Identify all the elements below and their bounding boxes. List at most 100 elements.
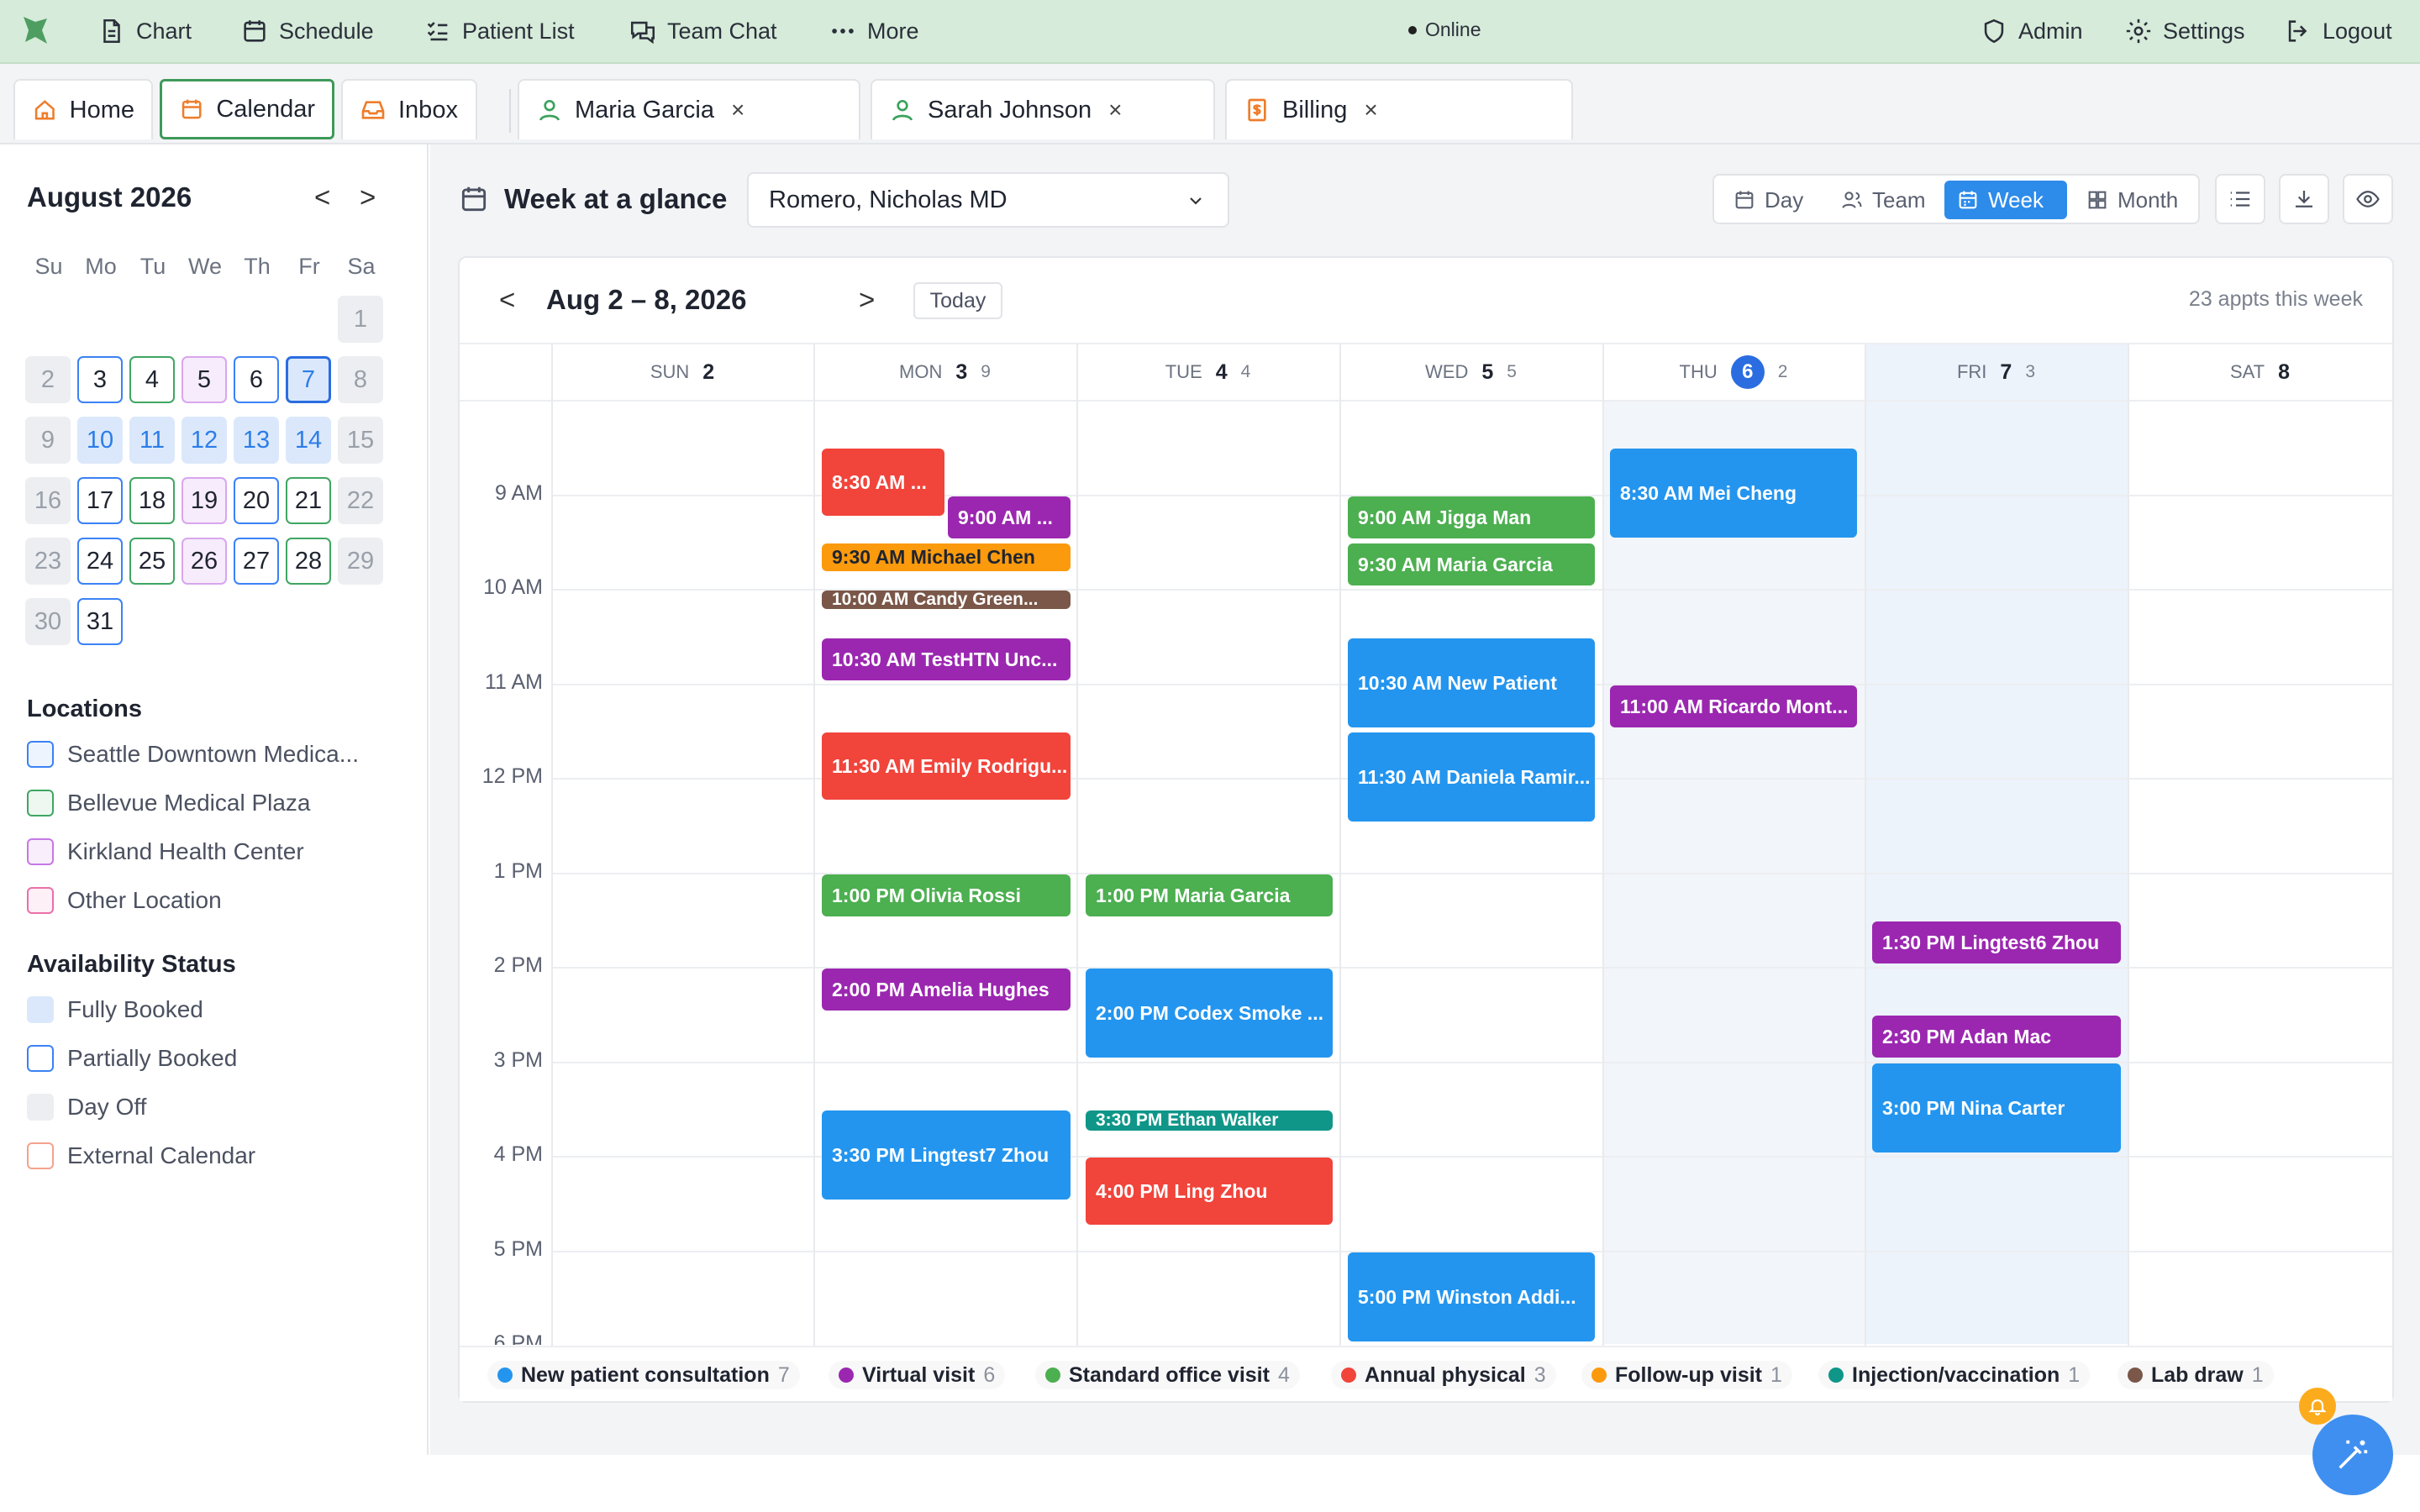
mini-calendar-day[interactable]: 12 — [182, 417, 227, 464]
appointment[interactable]: 9:00 AM Jigga Man — [1348, 496, 1595, 538]
mini-calendar-day[interactable]: 10 — [77, 417, 123, 464]
mini-calendar-day[interactable]: 2 — [25, 356, 71, 403]
appointment[interactable]: 11:30 AM Daniela Ramir... — [1348, 732, 1595, 822]
appointment[interactable]: 2:00 PM Amelia Hughes — [822, 969, 1071, 1011]
mini-calendar-day[interactable]: 5 — [182, 356, 227, 403]
mini-calendar-day-selected[interactable]: 7 — [286, 356, 331, 403]
day-header-fri[interactable]: FRI 7 3 — [1865, 344, 2128, 400]
legend-item[interactable]: Lab draw 1 — [2118, 1361, 2274, 1389]
day-header-wed[interactable]: WED 5 5 — [1339, 344, 1602, 400]
mini-calendar-day[interactable]: 28 — [286, 538, 331, 585]
appointment[interactable]: 1:30 PM Lingtest6 Zhou — [1872, 921, 2121, 963]
appointment[interactable]: 1:00 PM Olivia Rossi — [822, 874, 1071, 916]
day-header-sat[interactable]: SAT 8 — [2128, 344, 2392, 400]
appointment[interactable]: 3:30 PM Ethan Walker — [1086, 1110, 1333, 1131]
checkbox-icon[interactable] — [27, 838, 54, 865]
location-filter[interactable]: Seattle Downtown Medica... — [27, 741, 359, 768]
mini-calendar-next-button[interactable]: > — [360, 181, 376, 213]
mini-calendar-day[interactable]: 21 — [286, 477, 331, 524]
mini-calendar-day[interactable]: 26 — [182, 538, 227, 585]
tab-patient-maria-garcia[interactable]: Maria Garcia × — [518, 79, 860, 139]
mini-calendar-day[interactable]: 18 — [129, 477, 175, 524]
mini-calendar-day[interactable]: 27 — [234, 538, 279, 585]
checkbox-icon[interactable] — [27, 887, 54, 914]
appointment[interactable]: 9:30 AM Michael Chen — [822, 543, 1071, 571]
legend-item[interactable]: Annual physical 3 — [1331, 1361, 1556, 1389]
legend-item[interactable]: Follow-up visit 1 — [1581, 1361, 1792, 1389]
tab-billing[interactable]: Billing × — [1225, 79, 1573, 139]
mini-calendar-day[interactable]: 9 — [25, 417, 71, 464]
view-day-button[interactable]: Day — [1721, 181, 1815, 219]
mini-calendar-day[interactable]: 17 — [77, 477, 123, 524]
week-next-button[interactable]: > — [859, 284, 875, 316]
mini-calendar-day[interactable]: 31 — [77, 598, 123, 645]
nav-settings[interactable]: Settings — [2124, 13, 2245, 49]
legend-item[interactable]: Standard office visit 4 — [1035, 1361, 1300, 1389]
day-header-tue[interactable]: TUE 4 4 — [1076, 344, 1339, 400]
appointment[interactable]: 8:30 AM ... — [822, 449, 944, 516]
appointment[interactable]: 8:30 AM Mei Cheng — [1610, 449, 1857, 538]
mini-calendar-day[interactable]: 3 — [77, 356, 123, 403]
tab-patient-sarah-johnson[interactable]: Sarah Johnson × — [871, 79, 1215, 139]
appointment[interactable]: 9:30 AM Maria Garcia — [1348, 543, 1595, 585]
mini-calendar-day[interactable]: 25 — [129, 538, 175, 585]
legend-item[interactable]: New patient consultation 7 — [487, 1361, 800, 1389]
ai-assistant-button[interactable] — [2312, 1415, 2393, 1495]
legend-item[interactable]: Virtual visit 6 — [829, 1361, 1006, 1389]
nav-patient-list[interactable]: Patient List — [424, 13, 575, 49]
download-button[interactable] — [2279, 174, 2329, 224]
provider-select[interactable]: Romero, Nicholas MD — [747, 172, 1229, 228]
day-header-sun[interactable]: SUN 2 — [551, 344, 813, 400]
week-prev-button[interactable]: < — [499, 284, 515, 316]
appointment[interactable]: 10:30 AM TestHTN Unc... — [822, 638, 1071, 680]
legend-item[interactable]: Injection/vaccination 1 — [1818, 1361, 2091, 1389]
nav-more[interactable]: More — [829, 13, 919, 49]
mini-calendar-day[interactable]: 13 — [234, 417, 279, 464]
appointment[interactable]: 3:30 PM Lingtest7 Zhou — [822, 1110, 1071, 1200]
appointment[interactable]: 5:00 PM Winston Addi... — [1348, 1252, 1595, 1341]
mini-calendar-day[interactable]: 8 — [338, 356, 383, 403]
mini-calendar-day[interactable]: 6 — [234, 356, 279, 403]
mini-calendar-day[interactable]: 24 — [77, 538, 123, 585]
notification-button[interactable] — [2299, 1388, 2336, 1425]
nav-team-chat[interactable]: Team Chat — [629, 13, 777, 49]
appointment[interactable]: 2:00 PM Codex Smoke ... — [1086, 969, 1333, 1058]
nav-schedule[interactable]: Schedule — [240, 13, 374, 49]
location-filter[interactable]: Kirkland Health Center — [27, 838, 304, 865]
close-icon[interactable]: × — [1108, 97, 1122, 123]
checkbox-icon[interactable] — [27, 790, 54, 816]
today-button[interactable]: Today — [913, 282, 1002, 319]
mini-calendar-day[interactable]: 11 — [129, 417, 175, 464]
app-logo-icon[interactable] — [18, 13, 52, 47]
close-icon[interactable]: × — [731, 97, 744, 123]
mini-calendar-day[interactable]: 4 — [129, 356, 175, 403]
mini-calendar-day[interactable]: 19 — [182, 477, 227, 524]
list-view-button[interactable] — [2215, 174, 2265, 224]
mini-calendar-day[interactable]: 16 — [25, 477, 71, 524]
mini-calendar-day[interactable]: 22 — [338, 477, 383, 524]
nav-logout[interactable]: Logout — [2284, 13, 2392, 49]
mini-calendar-prev-button[interactable]: < — [314, 181, 330, 213]
nav-chart[interactable]: Chart — [97, 13, 192, 49]
checkbox-icon[interactable] — [27, 741, 54, 768]
appointment[interactable]: 1:00 PM Maria Garcia — [1086, 874, 1333, 916]
mini-calendar-day[interactable]: 15 — [338, 417, 383, 464]
view-week-button[interactable]: Week — [1944, 181, 2067, 219]
view-month-button[interactable]: Month — [2074, 181, 2190, 219]
appointment[interactable]: 11:30 AM Emily Rodrigu... — [822, 732, 1071, 800]
preview-button[interactable] — [2343, 174, 2393, 224]
appointment[interactable]: 10:30 AM New Patient — [1348, 638, 1595, 727]
day-header-mon[interactable]: MON 3 9 — [813, 344, 1076, 400]
view-team-button[interactable]: Team — [1828, 181, 1938, 219]
mini-calendar-day[interactable]: 30 — [25, 598, 71, 645]
mini-calendar-day[interactable]: 1 — [338, 296, 383, 343]
appointment[interactable]: 11:00 AM Ricardo Mont... — [1610, 685, 1857, 727]
mini-calendar-day[interactable]: 23 — [25, 538, 71, 585]
appointment[interactable]: 3:00 PM Nina Carter — [1872, 1063, 2121, 1152]
appointment[interactable]: 10:00 AM Candy Green... — [822, 591, 1071, 609]
mini-calendar-day[interactable]: 14 — [286, 417, 331, 464]
nav-admin[interactable]: Admin — [1980, 13, 2083, 49]
location-filter[interactable]: Bellevue Medical Plaza — [27, 790, 311, 816]
appointment[interactable]: 2:30 PM Adan Mac — [1872, 1016, 2121, 1058]
tab-home[interactable]: Home — [13, 79, 153, 139]
